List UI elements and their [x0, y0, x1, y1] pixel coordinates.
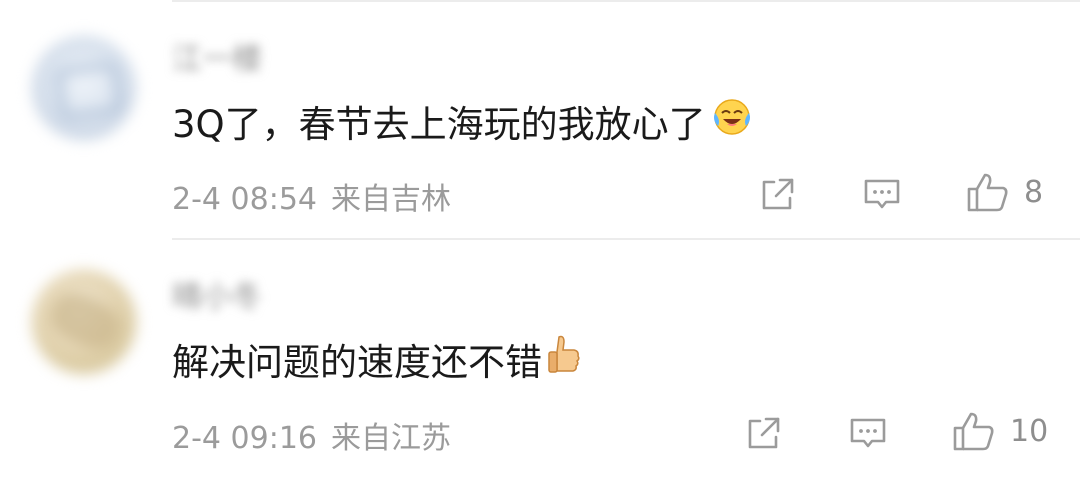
share-icon: [748, 417, 780, 449]
comment-text: 解决问题的速度还不错: [172, 332, 582, 386]
avatar[interactable]: [32, 270, 136, 374]
avatar[interactable]: [32, 36, 136, 140]
share-icon: [762, 178, 794, 210]
comment-text-content: 解决问题的速度还不错: [172, 341, 542, 384]
comment-icon: [850, 418, 886, 448]
comment-time: 2-4 09:16: [172, 421, 317, 456]
thumb-up-icon: [967, 173, 1008, 212]
share-button[interactable]: [758, 174, 798, 214]
comment-location: 来自江苏: [331, 421, 451, 456]
comment-list: 江一楼 3Q了，春节去上海玩的我放心了 2-4 08:54 来自吉林 8 晴小冬…: [0, 0, 1080, 495]
like-count: 8: [1024, 174, 1044, 210]
comment-item: 晴小冬 解决问题的速度还不错 2-4 09:16 来自江苏 10: [0, 240, 1080, 495]
reply-button[interactable]: [862, 174, 902, 214]
share-button[interactable]: [744, 413, 784, 453]
thumbs-up-emoji-icon: [546, 333, 582, 386]
thumb-up-icon: [953, 412, 994, 451]
comment-meta: 2-4 09:16 来自江苏: [172, 413, 451, 457]
like-button[interactable]: 10: [952, 409, 1048, 453]
comment-icon: [864, 179, 900, 209]
comment-text: 3Q了，春节去上海玩的我放心了: [172, 94, 754, 148]
username[interactable]: 晴小冬: [172, 272, 262, 316]
username[interactable]: 江一楼: [172, 34, 262, 78]
crying-laughing-emoji-icon: [710, 95, 754, 148]
comment-time: 2-4 08:54: [172, 182, 317, 217]
comment-meta: 2-4 08:54 来自吉林: [172, 174, 451, 218]
reply-button[interactable]: [848, 413, 888, 453]
comment-location: 来自吉林: [331, 182, 451, 217]
like-count: 10: [1010, 413, 1049, 449]
comment-item: 江一楼 3Q了，春节去上海玩的我放心了 2-4 08:54 来自吉林 8: [0, 0, 1080, 240]
like-button[interactable]: 8: [966, 170, 1043, 214]
comment-text-content: 3Q了，春节去上海玩的我放心了: [172, 103, 706, 146]
